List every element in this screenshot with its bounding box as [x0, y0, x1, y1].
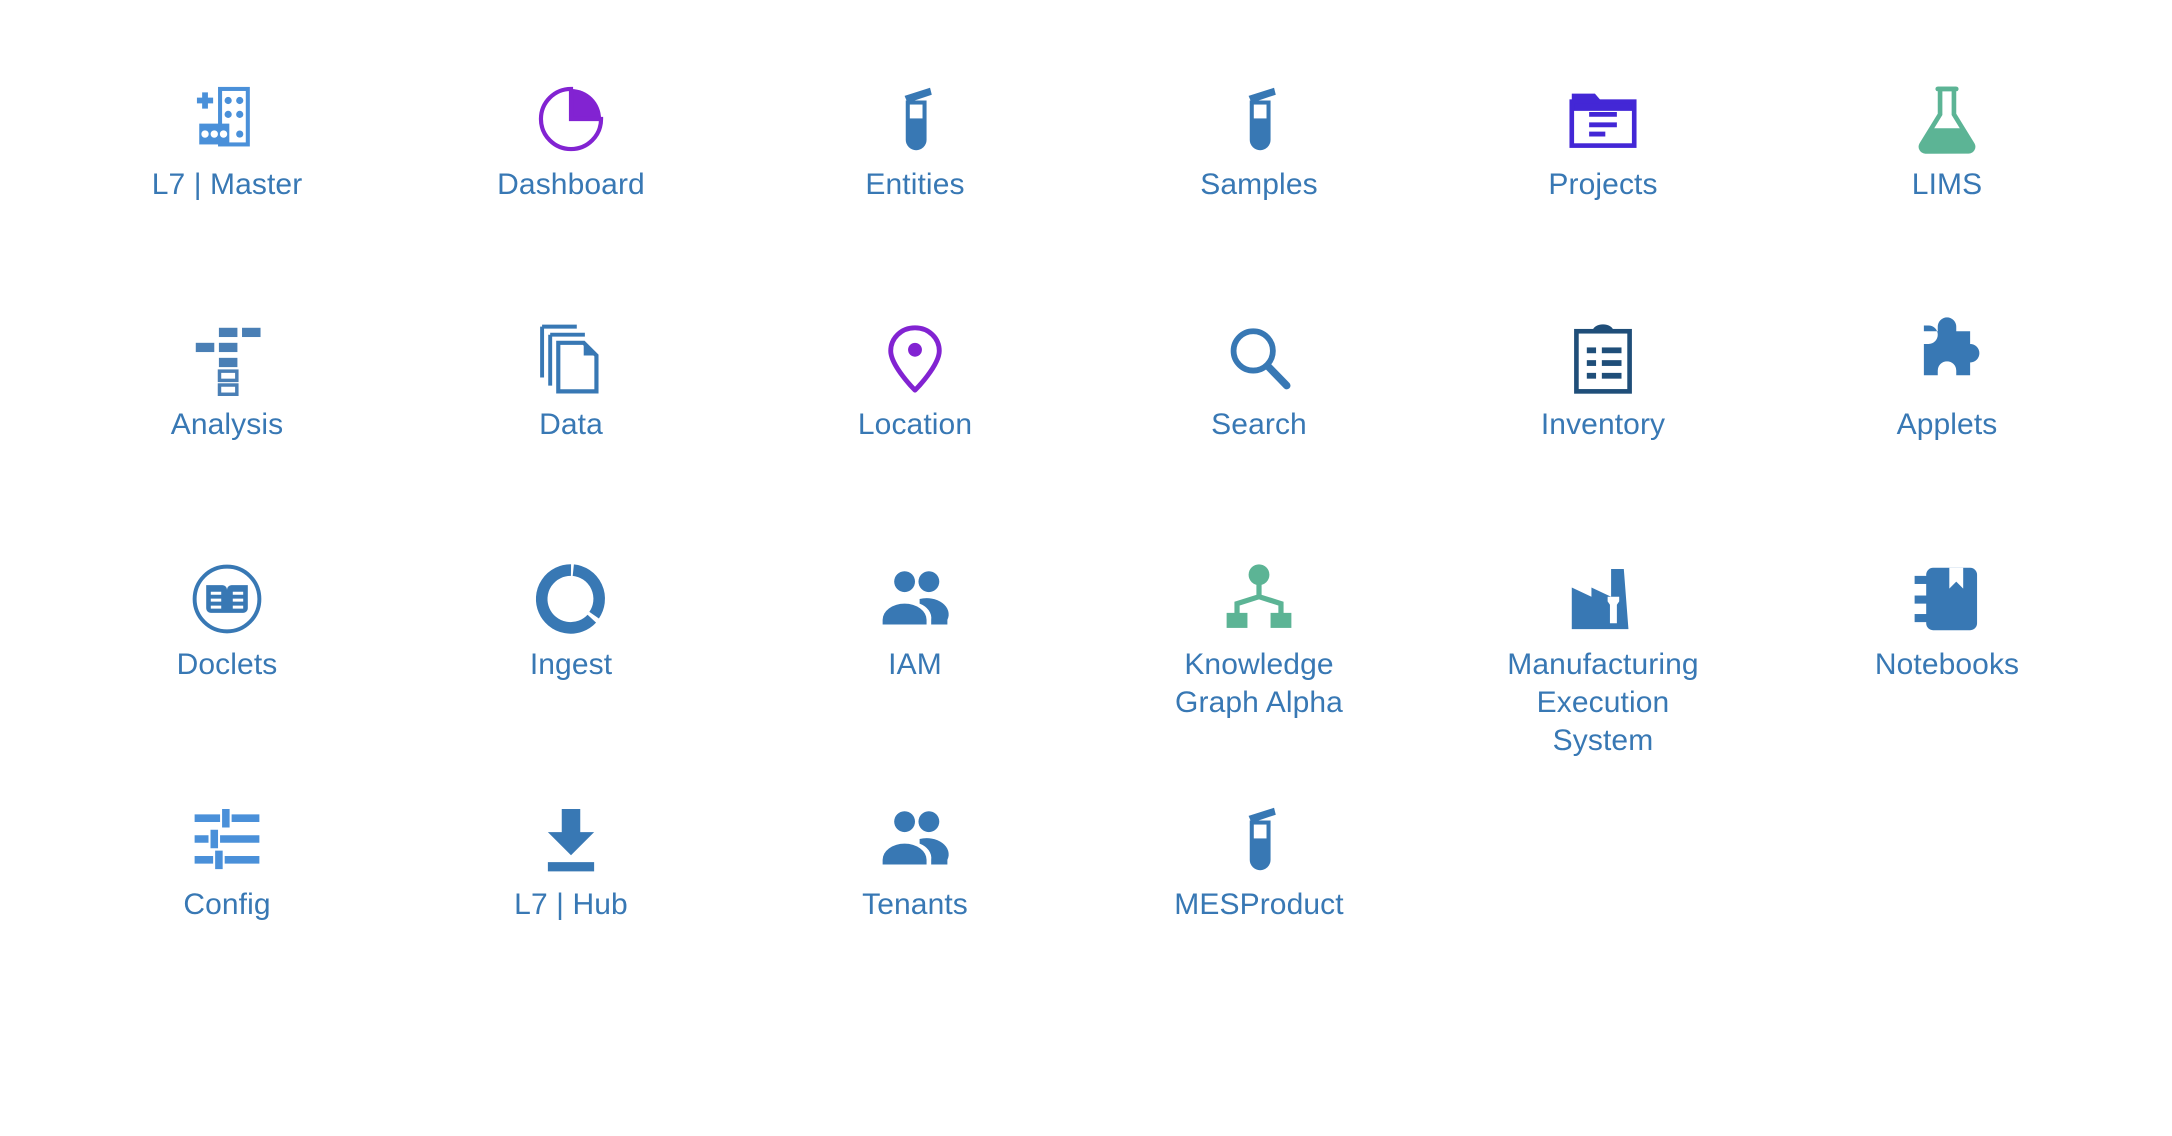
app-tile-label: Doclets: [176, 648, 278, 681]
app-tile-label: LIMS: [1911, 168, 1983, 201]
app-grid: L7 | Master Dashboard Entities Samples P…: [0, 40, 2172, 1000]
documents-stack-icon: [534, 322, 608, 396]
workflow-blocks-icon: [190, 322, 264, 396]
app-tile-label: Inventory: [1540, 408, 1666, 441]
pie-chart-icon: [534, 82, 608, 156]
app-tile-iam[interactable]: IAM: [743, 520, 1087, 760]
app-tile-l7-master[interactable]: L7 | Master: [55, 40, 399, 280]
app-tile-analysis[interactable]: Analysis: [55, 280, 399, 520]
test-tube-icon: [1222, 82, 1296, 156]
app-tile-config[interactable]: Config: [55, 760, 399, 1000]
app-tile-label: MESProduct: [1174, 888, 1344, 921]
app-tile-label: Entities: [865, 168, 965, 201]
folder-document-icon: [1566, 82, 1640, 156]
master-grid-icon: [190, 82, 264, 156]
app-tile-manufacturing-execution-system[interactable]: Manufacturing Execution System: [1431, 520, 1775, 760]
search-icon: [1222, 322, 1296, 396]
app-tile-ingest[interactable]: Ingest: [399, 520, 743, 760]
sitemap-icon: [1222, 562, 1296, 636]
app-tile-label: Dashboard: [497, 168, 645, 201]
app-tile-label: IAM: [888, 648, 942, 681]
map-pin-icon: [878, 322, 952, 396]
app-tile-notebooks[interactable]: Notebooks: [1775, 520, 2119, 760]
app-tile-label: Config: [183, 888, 271, 921]
app-tile-label: L7 | Hub: [514, 888, 628, 921]
flask-icon: [1910, 82, 1984, 156]
app-tile-entities[interactable]: Entities: [743, 40, 1087, 280]
app-tile-tenants[interactable]: Tenants: [743, 760, 1087, 1000]
app-tile-label: Tenants: [862, 888, 968, 921]
app-tile-knowledge-graph-alpha[interactable]: Knowledge Graph Alpha: [1087, 520, 1431, 760]
test-tube-icon: [1222, 802, 1296, 876]
app-tile-label: Ingest: [529, 648, 613, 681]
sliders-icon: [190, 802, 264, 876]
test-tube-icon: [878, 82, 952, 156]
app-tile-label: Data: [539, 408, 603, 441]
app-tile-label: Projects: [1548, 168, 1658, 201]
app-launcher: L7 | Master Dashboard Entities Samples P…: [0, 0, 2172, 1136]
app-tile-label: Notebooks: [1874, 648, 2020, 681]
app-tile-doclets[interactable]: Doclets: [55, 520, 399, 760]
users-icon: [878, 562, 952, 636]
clipboard-list-icon: [1566, 322, 1640, 396]
app-tile-label: Samples: [1200, 168, 1318, 201]
app-tile-samples[interactable]: Samples: [1087, 40, 1431, 280]
app-tile-dashboard[interactable]: Dashboard: [399, 40, 743, 280]
puzzle-piece-icon: [1910, 317, 1984, 396]
app-tile-label: Knowledge Graph Alpha: [1175, 648, 1343, 719]
app-tile-mesproduct[interactable]: MESProduct: [1087, 760, 1431, 1000]
app-tile-label: Applets: [1896, 408, 1998, 441]
donut-ring-icon: [534, 562, 608, 636]
app-tile-inventory[interactable]: Inventory: [1431, 280, 1775, 520]
app-tile-label: L7 | Master: [151, 168, 303, 201]
book-circle-icon: [190, 562, 264, 636]
app-tile-label: Analysis: [170, 408, 284, 441]
app-tile-data[interactable]: Data: [399, 280, 743, 520]
notebook-icon: [1910, 562, 1984, 636]
app-tile-l7-hub[interactable]: L7 | Hub: [399, 760, 743, 1000]
app-tile-location[interactable]: Location: [743, 280, 1087, 520]
app-tile-label: Manufacturing Execution System: [1507, 648, 1699, 757]
app-tile-lims[interactable]: LIMS: [1775, 40, 2119, 280]
users-icon: [878, 802, 952, 876]
app-tile-label: Location: [857, 408, 973, 441]
download-arrow-icon: [534, 802, 608, 876]
app-tile-projects[interactable]: Projects: [1431, 40, 1775, 280]
app-tile-label: Search: [1211, 408, 1307, 441]
app-tile-applets[interactable]: Applets: [1775, 280, 2119, 520]
factory-vial-icon: [1566, 562, 1640, 636]
app-tile-search[interactable]: Search: [1087, 280, 1431, 520]
